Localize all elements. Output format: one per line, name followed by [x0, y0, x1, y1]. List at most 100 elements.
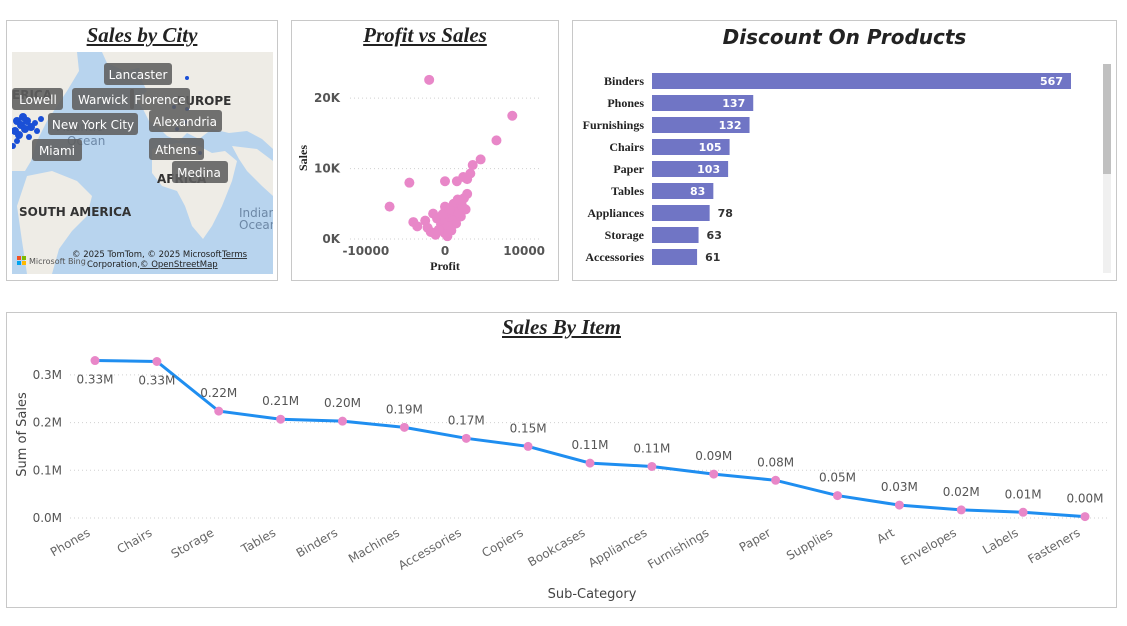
map-openstreetmap-link[interactable]: © OpenStreetMap	[140, 260, 218, 270]
line-category-label: Labels	[980, 525, 1020, 556]
scatter-point	[452, 194, 463, 205]
line-category-label: Copiers	[479, 525, 525, 560]
line-marker	[523, 441, 533, 451]
bar-category-label: Accessories	[585, 250, 644, 264]
line-category-label: Phones	[48, 525, 93, 559]
line-category-label: Machines	[346, 525, 402, 565]
scatter-point	[404, 177, 415, 188]
discount-bar	[652, 227, 699, 243]
city-label-athens[interactable]: Athens	[149, 138, 204, 160]
scatter-x-tick: -10000	[342, 244, 389, 258]
line-category-label: Envelopes	[898, 525, 958, 568]
discount-on-products-panel[interactable]: Discount On Products Binders 567 Phones 137…	[572, 20, 1117, 281]
line-marker	[276, 414, 286, 424]
line-marker	[771, 475, 781, 485]
line-data-label: 0.21M	[262, 394, 299, 408]
city-label-lowell[interactable]: Lowell	[12, 88, 63, 110]
discount-scrollbar-thumb[interactable]	[1103, 64, 1111, 174]
map-attribution-text: © 2025 TomTom, © 2025 Microsoft	[72, 250, 222, 260]
scatter-y-axis-label: Sales	[296, 145, 310, 171]
line-data-label: 0.11M	[633, 441, 670, 455]
bar-category-label: Chairs	[609, 140, 644, 154]
discount-scrollbar-track[interactable]	[1103, 64, 1111, 273]
scatter-y-tick: 10K	[314, 162, 341, 176]
city-label-alexandria[interactable]: Alexandria	[149, 110, 222, 132]
bar-value-label: 103	[697, 163, 720, 176]
line-category-label: Accessories	[396, 525, 464, 572]
line-y-axis-label: Sum of Sales	[15, 392, 30, 477]
city-miami-text: Miami	[39, 144, 75, 158]
profit-vs-sales-chart[interactable]: 0K 10K 20K -10000 0 10000 Profit Sales	[292, 21, 560, 282]
scatter-y-tick: 20K	[314, 91, 341, 105]
line-data-label: 0.22M	[200, 386, 237, 400]
line-data-label: 0.02M	[943, 485, 980, 499]
line-data-label: 0.17M	[448, 413, 485, 427]
line-category-label: Fasteners	[1026, 525, 1083, 566]
sales-by-city-panel[interactable]: Sales by City EUROPE SOUTH AMERICA Ocean…	[6, 20, 278, 281]
scatter-point	[444, 204, 455, 215]
line-y-tick: 0.0M	[33, 511, 62, 525]
line-marker	[90, 356, 100, 366]
bar-value-label: 61	[705, 251, 720, 264]
sales-by-item-panel[interactable]: Sales By Item 0.0M 0.1M 0.2M 0.3M 0.33M Phone…	[6, 312, 1117, 608]
line-data-label: 0.01M	[1005, 487, 1042, 501]
scatter-point	[491, 135, 502, 146]
city-label-miami[interactable]: Miami	[32, 139, 82, 161]
city-label-new-york-city[interactable]: New York City	[48, 113, 138, 135]
scatter-point	[446, 225, 457, 236]
line-marker	[956, 505, 966, 515]
line-category-label: Appliances	[586, 525, 650, 570]
line-category-label: Storage	[169, 525, 217, 561]
line-data-label: 0.08M	[757, 455, 794, 469]
bar-category-label: Binders	[604, 74, 644, 88]
city-medina-text: Medina	[177, 166, 221, 180]
line-marker	[214, 406, 224, 416]
line-x-axis-label: Sub-Category	[548, 587, 637, 602]
sales-by-city-map[interactable]: ERICA EUROPE AFRICA SOUTH AMERICA Atlant…	[7, 21, 279, 282]
line-data-label: 0.11M	[571, 438, 608, 452]
bar-category-label: Paper	[613, 162, 644, 176]
line-data-label: 0.33M	[76, 373, 113, 387]
scatter-y-tick: 0K	[322, 232, 340, 246]
line-category-label: Tables	[238, 525, 278, 556]
region-label-ocean-indian: Ocean	[239, 218, 277, 232]
line-category-label: Binders	[294, 525, 340, 560]
discount-bar	[652, 249, 698, 265]
bar-value-label: 132	[719, 119, 742, 132]
bar-value-label: 63	[707, 229, 722, 242]
bar-category-label: Appliances	[587, 206, 644, 220]
profit-vs-sales-panel[interactable]: Profit vs Sales 0K 10K 20K -10000 0 10000 Prof…	[291, 20, 559, 281]
scatter-point	[507, 110, 518, 121]
line-marker	[833, 491, 842, 501]
discount-bar	[652, 73, 1071, 89]
line-data-label: 0.33M	[138, 373, 175, 387]
scatter-point	[384, 201, 395, 212]
discount-on-products-chart[interactable]: Binders 567 Phones 137 Furnishings 132 Chairs 1…	[573, 21, 1118, 282]
sales-by-item-chart[interactable]: 0.0M 0.1M 0.2M 0.3M 0.33M Phones 0.33M Chairs 0.…	[7, 313, 1118, 609]
scatter-point	[451, 176, 462, 187]
city-label-warwick[interactable]: Warwick	[72, 88, 134, 110]
line-marker	[1018, 507, 1028, 517]
scatter-point	[462, 188, 473, 199]
line-marker	[1080, 512, 1090, 522]
city-label-florence[interactable]: Florence	[130, 88, 190, 110]
city-label-medina[interactable]: Medina	[172, 161, 228, 183]
bar-category-label: Phones	[607, 96, 644, 110]
scatter-x-tick: 10000	[503, 244, 545, 258]
map-terms-link[interactable]: Terms	[221, 250, 248, 260]
bar-value-label: 78	[718, 207, 733, 220]
scatter-x-axis-label: Profit	[430, 259, 460, 273]
line-y-tick: 0.1M	[33, 463, 62, 477]
city-florence-text: Florence	[134, 93, 185, 107]
city-label-lancaster[interactable]: Lancaster	[104, 63, 172, 85]
scatter-point	[422, 222, 433, 233]
scatter-point	[424, 74, 435, 85]
line-marker	[461, 433, 471, 443]
line-data-label: 0.03M	[881, 480, 918, 494]
city-lowell-text: Lowell	[19, 93, 57, 107]
line-marker	[338, 416, 347, 426]
line-category-label: Art	[874, 525, 897, 546]
bar-category-label: Storage	[605, 228, 645, 242]
line-category-label: Furnishings	[645, 525, 711, 571]
city-athens-text: Athens	[155, 143, 197, 157]
